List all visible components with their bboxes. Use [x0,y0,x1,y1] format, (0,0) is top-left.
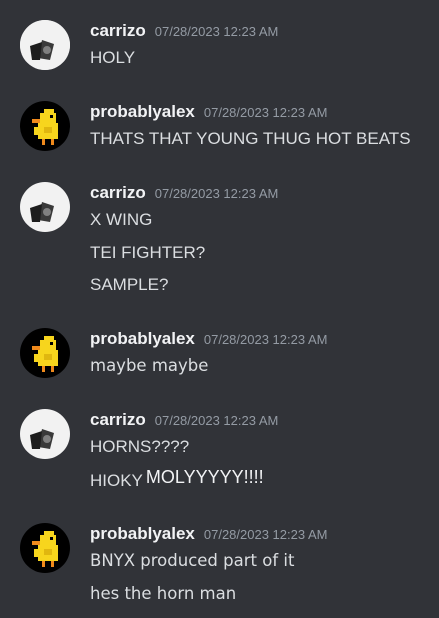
timestamp: 07/28/2023 12:23 AM [154,413,279,428]
username[interactable]: probablyalex [90,102,195,121]
duck-icon [20,328,70,378]
avatar[interactable] [20,20,70,70]
timestamp: 07/28/2023 12:23 AM [203,332,328,347]
message-text: BNYX produced part of it [90,551,295,570]
timestamp: 07/28/2023 12:23 AM [154,24,279,39]
message-text: hes the horn man [90,584,237,603]
avatar[interactable] [20,409,70,459]
timestamp: 07/28/2023 12:23 AM [203,527,328,542]
timestamp: 07/28/2023 12:23 AM [203,105,328,120]
message-text: HIOKY [90,471,143,490]
duck-icon [20,101,70,151]
message-header: probablyalex 07/28/2023 12:23 AM [90,329,327,353]
avatar[interactable] [20,182,70,232]
message-text: maybe maybe [90,356,209,375]
avatar[interactable] [20,101,70,151]
message-text: THATS THAT YOUNG THUG HOT BEATS [90,129,411,148]
photo-avatar-icon [20,409,70,459]
message-header: carrizo 07/28/2023 12:23 AM [90,183,278,207]
message-header: carrizo 07/28/2023 12:23 AM [90,410,278,434]
duck-icon [20,523,70,573]
message-text: HOLY [90,48,136,67]
username[interactable]: carrizo [90,410,146,429]
message-text: HORNS???? [90,437,190,456]
message-header: probablyalex 07/28/2023 12:23 AM [90,524,327,548]
message-header: carrizo 07/28/2023 12:23 AM [90,21,278,45]
message-header: probablyalex 07/28/2023 12:23 AM [90,102,327,126]
timestamp: 07/28/2023 12:23 AM [154,186,279,201]
message-text: TEI FIGHTER? [90,243,206,262]
message-text-line: HIOKY MOLYYYYY!!!! [90,467,264,491]
username[interactable]: carrizo [90,183,146,202]
avatar[interactable] [20,328,70,378]
chat-message-list: carrizo 07/28/2023 12:23 AM HOLY probably… [0,0,439,618]
avatar[interactable] [20,523,70,573]
photo-avatar-icon [20,20,70,70]
message-text-large: MOLYYYYY!!!! [145,467,264,487]
message-text: SAMPLE? [90,275,169,294]
username[interactable]: probablyalex [90,524,195,543]
message-text: X WING [90,210,153,229]
photo-avatar-icon [20,182,70,232]
username[interactable]: carrizo [90,21,146,40]
username[interactable]: probablyalex [90,329,195,348]
